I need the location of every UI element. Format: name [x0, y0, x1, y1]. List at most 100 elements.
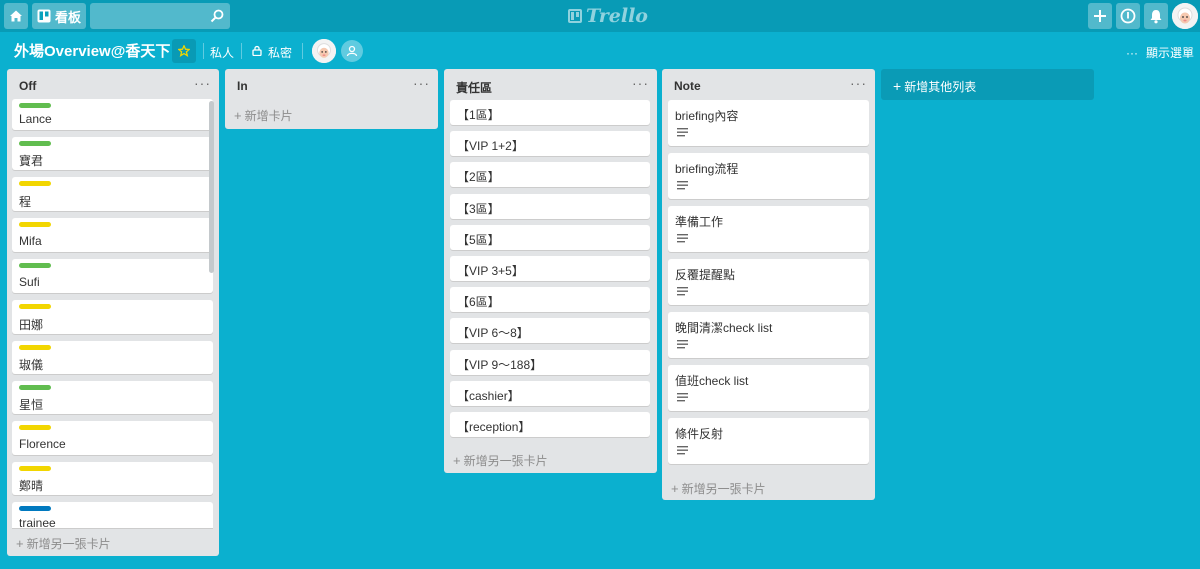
- description-icon: [677, 446, 688, 455]
- trello-logo[interactable]: Trello: [568, 5, 648, 27]
- card[interactable]: 反覆提醒點: [668, 259, 869, 305]
- plus-icon: +: [453, 453, 461, 468]
- card[interactable]: 【VIP 9～188】: [450, 350, 650, 375]
- card-title: 寶君: [19, 154, 44, 168]
- card[interactable]: 【6區】: [450, 287, 650, 312]
- list-title[interactable]: Off: [19, 79, 36, 93]
- list-menu-button[interactable]: ···: [632, 75, 649, 91]
- card[interactable]: Florence: [12, 421, 213, 455]
- card[interactable]: 【5區】: [450, 225, 650, 250]
- search-input[interactable]: [90, 3, 230, 29]
- team-visibility-button[interactable]: 私人: [210, 44, 234, 61]
- lock-icon: [252, 45, 262, 56]
- card[interactable]: Lance: [12, 99, 213, 130]
- card[interactable]: Sufi: [12, 259, 213, 293]
- add-list-label: 新增其他列表: [904, 80, 977, 94]
- notifications-button[interactable]: [1144, 3, 1168, 29]
- divider: [241, 43, 242, 59]
- yellow-label[interactable]: [19, 304, 51, 309]
- card[interactable]: briefing流程: [668, 153, 869, 199]
- card-title: trainee: [19, 516, 56, 530]
- card[interactable]: 【VIP 3+5】: [450, 256, 650, 281]
- list-responsibility-zones: 責任區 ··· 【1區】 【VIP 1+2】 【2區】 【3區】 【5區】 【V…: [444, 69, 657, 473]
- card-title: Sufi: [19, 275, 40, 289]
- show-menu-button[interactable]: ··· 顯示選單: [1126, 44, 1194, 61]
- card[interactable]: 【3區】: [450, 194, 650, 219]
- card[interactable]: 值班check list: [668, 365, 869, 411]
- yellow-label[interactable]: [19, 466, 51, 471]
- list-title[interactable]: In: [237, 79, 248, 93]
- add-card-button[interactable]: + 新增卡片: [234, 107, 293, 124]
- card-title: 【5區】: [457, 233, 500, 247]
- yellow-label[interactable]: [19, 345, 51, 350]
- privacy-visibility-button[interactable]: 私密: [268, 44, 292, 61]
- card[interactable]: 星恒: [12, 381, 213, 414]
- add-card-button[interactable]: + 新增另一張卡片: [671, 480, 766, 497]
- card[interactable]: 【2區】: [450, 162, 650, 187]
- list-menu-button[interactable]: ···: [413, 75, 430, 91]
- boards-icon: [37, 9, 51, 23]
- plus-icon: [1094, 10, 1106, 22]
- description-icon: [677, 287, 688, 296]
- card-title: Florence: [19, 437, 66, 451]
- card[interactable]: Mifa: [12, 218, 213, 252]
- home-icon: [10, 10, 22, 22]
- yellow-label[interactable]: [19, 425, 51, 430]
- home-button[interactable]: [4, 3, 28, 29]
- star-icon: [178, 45, 190, 57]
- green-label[interactable]: [19, 141, 51, 146]
- member-avatar[interactable]: [312, 39, 336, 63]
- search-icon[interactable]: [210, 9, 224, 23]
- yellow-label[interactable]: [19, 181, 51, 186]
- card[interactable]: 準備工作: [668, 206, 869, 252]
- user-avatar[interactable]: [1172, 3, 1198, 29]
- create-button[interactable]: [1088, 3, 1112, 29]
- board-title[interactable]: 外場Overview@香天下: [14, 40, 170, 61]
- card[interactable]: 琡儀: [12, 341, 213, 374]
- card[interactable]: briefing內容: [668, 100, 869, 146]
- sheep-avatar-icon: [1172, 3, 1198, 29]
- add-card-label: 新增另一張卡片: [26, 537, 111, 551]
- list-title[interactable]: 責任區: [456, 79, 492, 96]
- card-title: 【3區】: [457, 202, 500, 216]
- list-menu-button[interactable]: ···: [850, 75, 867, 91]
- add-card-button[interactable]: + 新增另一張卡片: [453, 452, 548, 469]
- card[interactable]: 寶君: [12, 137, 213, 170]
- card[interactable]: 【cashier】: [450, 381, 650, 406]
- card[interactable]: 田娜: [12, 300, 213, 334]
- list-off: Off ··· Lance 寶君 程 Mifa Sufi 田娜 琡儀 星恒 Fl…: [7, 69, 219, 556]
- boards-button[interactable]: 看板: [32, 3, 86, 29]
- add-card-button[interactable]: + 新增另一張卡片: [16, 535, 111, 552]
- description-icon: [677, 340, 688, 349]
- yellow-label[interactable]: [19, 222, 51, 227]
- add-member-button[interactable]: [341, 40, 363, 62]
- card-title: 【2區】: [457, 170, 500, 184]
- card[interactable]: 【reception】: [450, 412, 650, 437]
- info-button[interactable]: [1116, 3, 1140, 29]
- green-label[interactable]: [19, 385, 51, 390]
- list-in: In ··· + 新增卡片: [225, 69, 438, 129]
- divider: [203, 43, 204, 59]
- card[interactable]: 晚間清潔check list: [668, 312, 869, 358]
- card-title: 琡儀: [19, 358, 44, 372]
- green-label[interactable]: [19, 263, 51, 268]
- card[interactable]: trainee: [12, 502, 213, 530]
- blue-label[interactable]: [19, 506, 51, 511]
- show-menu-label: 顯示選單: [1146, 46, 1195, 60]
- card[interactable]: 鄭晴: [12, 462, 213, 495]
- boards-label: 看板: [55, 9, 82, 25]
- star-board-button[interactable]: [172, 39, 196, 63]
- card[interactable]: 【VIP 1+2】: [450, 131, 650, 156]
- card[interactable]: 【VIP 6～8】: [450, 318, 650, 343]
- plus-icon: +: [234, 108, 242, 123]
- card-title: briefing內容: [675, 109, 739, 123]
- list-title[interactable]: Note: [674, 79, 701, 93]
- list-menu-button[interactable]: ···: [194, 75, 211, 91]
- card[interactable]: 條件反射: [668, 418, 869, 464]
- card[interactable]: 程: [12, 177, 213, 211]
- card[interactable]: 【1區】: [450, 100, 650, 125]
- list-scrollbar[interactable]: [209, 101, 214, 273]
- green-label[interactable]: [19, 103, 51, 108]
- sheep-avatar-icon: [312, 39, 336, 63]
- add-list-button[interactable]: + 新增其他列表: [881, 69, 1094, 100]
